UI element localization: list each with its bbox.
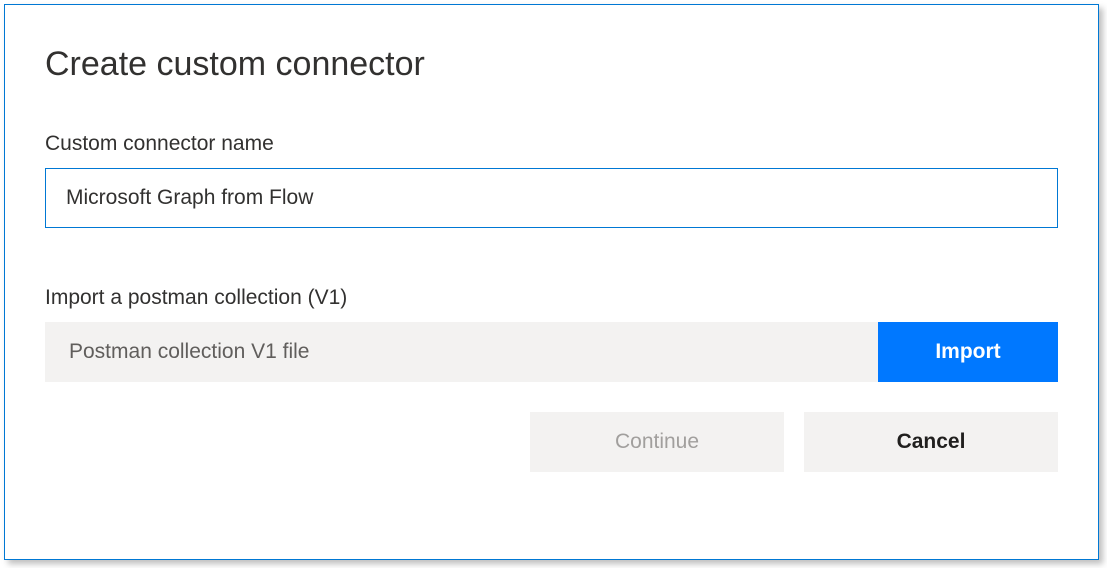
create-connector-dialog: Create custom connector Custom connector… xyxy=(4,4,1099,560)
dialog-title: Create custom connector xyxy=(45,45,1058,84)
import-collection-label: Import a postman collection (V1) xyxy=(45,286,1058,310)
action-button-row: Continue Cancel xyxy=(45,412,1058,472)
file-path-display: Postman collection V1 file xyxy=(45,322,878,382)
connector-name-input[interactable] xyxy=(45,168,1058,228)
import-row: Postman collection V1 file Import xyxy=(45,322,1058,382)
continue-button[interactable]: Continue xyxy=(530,412,784,472)
connector-name-label: Custom connector name xyxy=(45,132,1058,156)
cancel-button[interactable]: Cancel xyxy=(804,412,1058,472)
import-button[interactable]: Import xyxy=(878,322,1058,382)
